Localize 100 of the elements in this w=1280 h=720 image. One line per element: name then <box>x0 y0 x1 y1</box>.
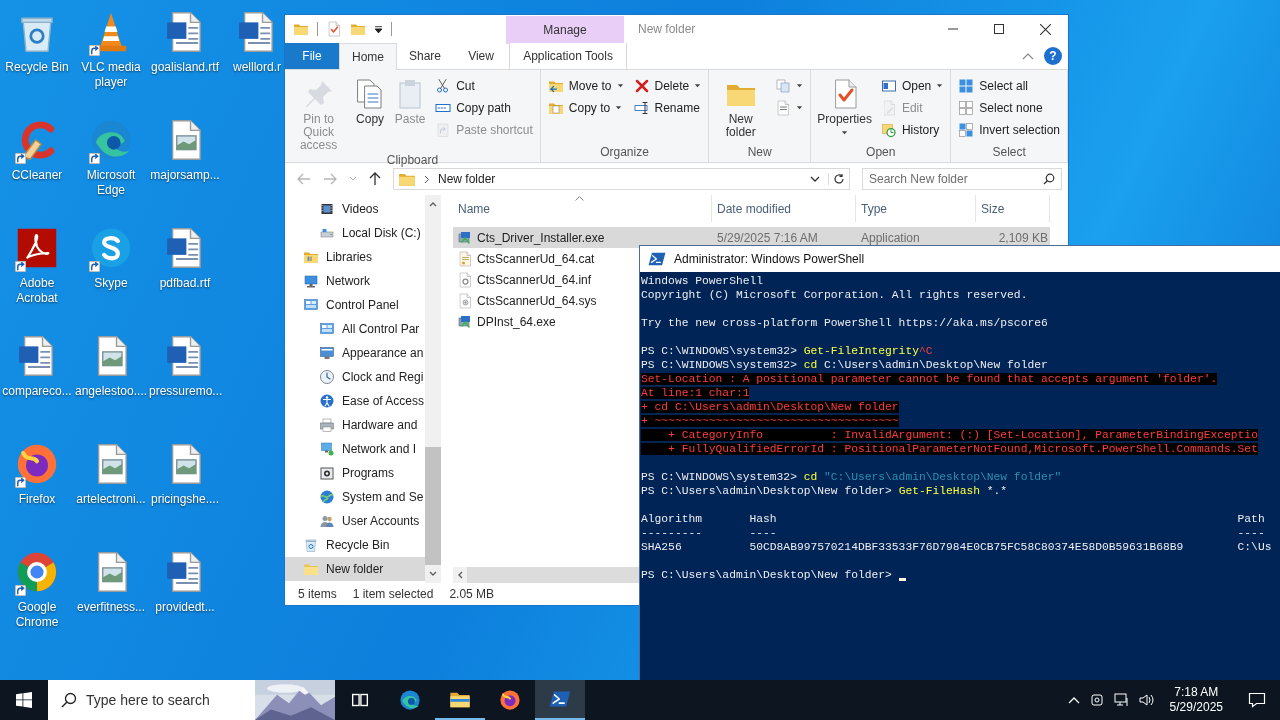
windows-logo-icon <box>16 692 32 708</box>
help-button[interactable]: ? <box>1044 47 1062 65</box>
globe-icon <box>319 489 335 505</box>
volume-icon[interactable] <box>1138 692 1155 708</box>
desktop-icon-label[interactable]: artelectroni... <box>76 492 146 507</box>
nav-item[interactable]: Videos <box>285 197 425 221</box>
desktop-icon-label[interactable]: providedt... <box>155 600 215 615</box>
caret-icon <box>615 104 623 111</box>
close-icon[interactable] <box>1039 23 1051 35</box>
ribbon-button[interactable]: Select all <box>955 76 1063 95</box>
desktop-icon-label[interactable]: Skype <box>94 276 128 291</box>
address-bar[interactable]: New folder <box>393 168 850 190</box>
desktop-icon-label[interactable]: angelestoo.... <box>75 384 147 399</box>
scroll-left-icon[interactable] <box>457 571 463 579</box>
search-field[interactable]: Search New folder <box>862 168 1062 190</box>
desktop-icon-label[interactable]: pressuremo... <box>149 384 221 399</box>
caret-icon <box>796 104 804 111</box>
nav-item[interactable]: Ease of Access <box>285 389 425 413</box>
desktop-icon-label[interactable]: Firefox <box>18 492 56 507</box>
refresh-icon[interactable] <box>828 173 845 185</box>
nav-item[interactable]: Appearance an <box>285 341 425 365</box>
select-all-icon <box>958 77 975 94</box>
up-icon[interactable] <box>369 172 381 186</box>
ribbon-tab[interactable]: View <box>453 43 510 69</box>
file-row[interactable]: CtsScannerUd_64.cat <box>453 248 599 269</box>
nav-item[interactable]: All Control Par <box>285 317 425 341</box>
rename-icon <box>633 99 650 116</box>
ribbon-button[interactable]: Copy <box>352 74 389 126</box>
nav-item[interactable]: Hardware and <box>285 413 425 437</box>
desktop-icon-label[interactable]: pdfbad.rtf <box>159 276 211 291</box>
nav-item[interactable]: Clock and Regi <box>285 365 425 389</box>
nav-item[interactable]: Libraries <box>285 245 425 269</box>
ribbon-tab[interactable]: Home <box>339 43 397 70</box>
notification-icon[interactable] <box>1248 691 1266 709</box>
ribbon-button[interactable]: Copy path <box>432 98 536 117</box>
column-header[interactable]: Size <box>976 195 1050 222</box>
column-header[interactable]: Date modified <box>712 195 856 222</box>
users-icon <box>319 513 335 529</box>
nav-item[interactable]: Programs <box>285 461 425 485</box>
scroll-up-icon[interactable] <box>429 201 437 207</box>
desktop-icon-label[interactable]: welllord.r <box>233 60 281 75</box>
desktop-icon-label[interactable]: goalisland.rtf <box>150 60 219 75</box>
device-icon[interactable] <box>1088 692 1105 708</box>
ribbon-group-label: Clipboard <box>385 152 440 168</box>
nav-item[interactable]: Network <box>285 269 425 293</box>
file-row[interactable]: DPInst_64.exe <box>453 311 560 332</box>
chrome-icon <box>15 550 59 594</box>
ribbon-button[interactable]: Delete <box>630 76 705 95</box>
ribbon-button[interactable]: History <box>877 120 947 139</box>
desktop-icon-label[interactable]: majorsamp... <box>150 168 220 183</box>
ribbon-tab[interactable]: Application Tools <box>509 43 628 69</box>
desktop-icon-label[interactable]: Adobe Acrobat <box>1 276 73 306</box>
certificate-document-icon <box>457 250 473 267</box>
nav-item[interactable]: Local Disk (C:) <box>285 221 425 245</box>
edge-icon <box>399 689 421 711</box>
ribbon-button[interactable]: Copy to <box>544 98 627 117</box>
nav-item[interactable]: Recycle Bin <box>285 533 425 557</box>
ribbon-tab[interactable]: Share <box>397 43 454 69</box>
maximize-icon[interactable] <box>994 24 1004 34</box>
taskbar-search-field[interactable]: Type here to search <box>48 680 255 720</box>
ribbon-button[interactable]: Cut <box>432 76 536 95</box>
ribbon-button[interactable]: Open <box>877 76 947 95</box>
clock-time[interactable]: 7:18 AM <box>1174 685 1219 700</box>
status-text: 2.05 MB <box>449 587 495 601</box>
nav-item[interactable]: System and Se <box>285 485 425 509</box>
dropdown-icon[interactable] <box>374 24 383 34</box>
chevron-up-icon[interactable] <box>1067 696 1080 704</box>
collapse-ribbon-icon[interactable] <box>1022 52 1034 60</box>
nav-item[interactable]: User Accounts <box>285 509 425 533</box>
file-row[interactable]: CtsScannerUd_64.sys <box>453 290 601 311</box>
desktop-icon-label[interactable]: everfitness... <box>77 600 145 615</box>
scrollbar[interactable] <box>425 195 441 583</box>
ribbon-button[interactable]: Properties <box>815 74 874 136</box>
desktop-icon-label[interactable]: pricingshe.... <box>150 492 219 507</box>
file-name: DPInst_64.exe <box>477 314 556 329</box>
clock-date[interactable]: 5/29/2025 <box>1169 700 1223 715</box>
ribbon-button[interactable]: Invert selection <box>955 120 1063 139</box>
console-line: PS C:\WINDOWS\system32> cd C:\Users\admin\Desktop\New folder <box>641 358 1048 372</box>
desktop-icon-label[interactable]: compareco... <box>2 384 72 399</box>
column-header[interactable]: Type <box>856 195 976 222</box>
caret-icon <box>616 82 624 89</box>
ribbon-tab[interactable]: File <box>285 43 339 69</box>
film-icon <box>319 201 335 217</box>
column-header[interactable]: Name <box>453 195 712 222</box>
dropdown-icon[interactable] <box>810 176 820 182</box>
nav-item[interactable]: New folder <box>285 557 425 581</box>
desktop-icon-label[interactable]: Google Chrome <box>1 600 73 630</box>
nav-item[interactable]: Control Panel <box>285 293 425 317</box>
ribbon-button[interactable]: Move to <box>544 76 627 95</box>
ribbon-button[interactable]: Select none <box>955 98 1063 117</box>
ribbon-button[interactable]: New folder <box>713 74 769 139</box>
nav-item[interactable]: Network and I <box>285 437 425 461</box>
scroll-down-icon[interactable] <box>429 571 437 577</box>
desktop-icon-label[interactable]: Microsoft Edge <box>75 168 147 198</box>
firefox-icon <box>499 689 521 711</box>
file-row[interactable]: CtsScannerUd_64.inf <box>453 269 596 290</box>
network-icon[interactable] <box>1113 692 1130 708</box>
ribbon-button[interactable]: Rename <box>630 98 705 117</box>
console-table-header: Algorithm <box>641 512 703 526</box>
settings-document-icon <box>457 271 473 288</box>
